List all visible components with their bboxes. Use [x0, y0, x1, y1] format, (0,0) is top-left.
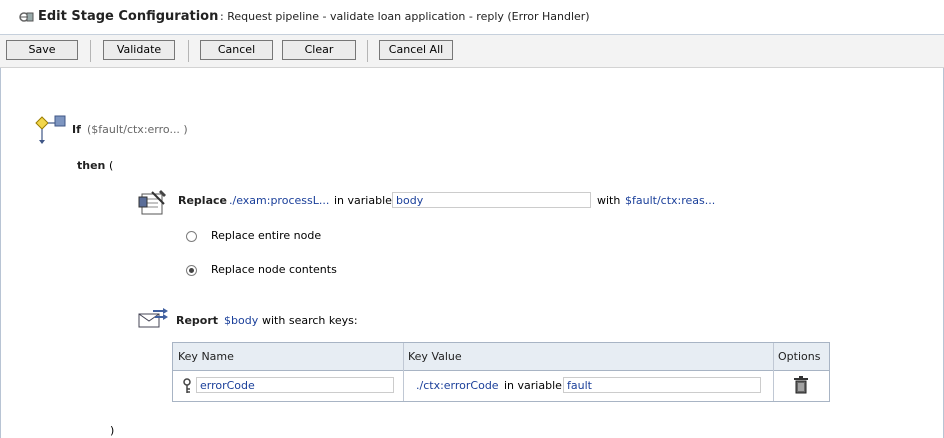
open-paren: ( — [109, 159, 114, 172]
in-variable-label: in variable — [334, 194, 392, 207]
search-keys-table: Key Name Key Value Options errorCode ./c… — [172, 342, 830, 402]
save-button[interactable]: Save — [6, 40, 78, 60]
page-title: Edit Stage Configuration — [38, 9, 219, 24]
replace-node-contents-radio[interactable] — [186, 265, 197, 276]
cancel-all-button[interactable]: Cancel All — [379, 40, 453, 60]
if-condition-link[interactable]: ($fault/ctx:erro... ) — [87, 123, 188, 136]
column-divider — [403, 343, 404, 401]
replace-xpath-link[interactable]: ./exam:processL... — [229, 194, 329, 207]
column-header-key-value: Key Value — [403, 343, 773, 371]
replace-keyword: Replace — [178, 194, 227, 207]
toolbar-separator — [90, 40, 91, 62]
then-keyword: then — [77, 159, 106, 172]
column-header-options: Options — [773, 343, 829, 371]
validate-button[interactable]: Validate — [103, 40, 175, 60]
column-header-key-name: Key Name — [173, 343, 403, 371]
key-name-input[interactable]: errorCode — [196, 377, 394, 393]
toolbar: Save Validate Cancel Clear Cancel All — [0, 35, 944, 68]
page-header: Edit Stage Configuration : Request pipel… — [0, 0, 944, 35]
report-action-icon[interactable] — [137, 308, 169, 332]
radio-selected-dot — [189, 268, 194, 273]
stage-config-icon — [18, 9, 36, 25]
key-icon — [182, 378, 192, 394]
replace-entire-node-radio[interactable] — [186, 231, 197, 242]
replace-variable-input[interactable]: body — [392, 192, 591, 208]
replace-entire-node-label: Replace entire node — [211, 229, 322, 242]
toolbar-separator — [188, 40, 189, 62]
replace-action-icon[interactable] — [138, 188, 170, 216]
close-paren: ) — [110, 424, 115, 437]
if-keyword: If — [72, 123, 81, 136]
cancel-button[interactable]: Cancel — [200, 40, 273, 60]
key-value-in-variable-label: in variable — [504, 379, 562, 392]
key-value-variable-input[interactable]: fault — [563, 377, 761, 393]
with-label: with — [597, 194, 621, 207]
key-value-xpath-link[interactable]: ./ctx:errorCode — [416, 379, 499, 392]
toolbar-separator — [367, 40, 368, 62]
trash-icon[interactable] — [793, 376, 809, 394]
if-branch-icon[interactable] — [34, 115, 68, 145]
clear-button[interactable]: Clear — [282, 40, 356, 60]
report-variable-link[interactable]: $body — [224, 314, 258, 327]
search-keys-label: with search keys: — [262, 314, 358, 327]
with-expression-link[interactable]: $fault/ctx:reas... — [625, 194, 715, 207]
report-keyword: Report — [176, 314, 219, 327]
column-divider — [773, 343, 774, 401]
replace-node-contents-label: Replace node contents — [211, 263, 337, 276]
page-subtitle: : Request pipeline - validate loan appli… — [220, 10, 590, 23]
